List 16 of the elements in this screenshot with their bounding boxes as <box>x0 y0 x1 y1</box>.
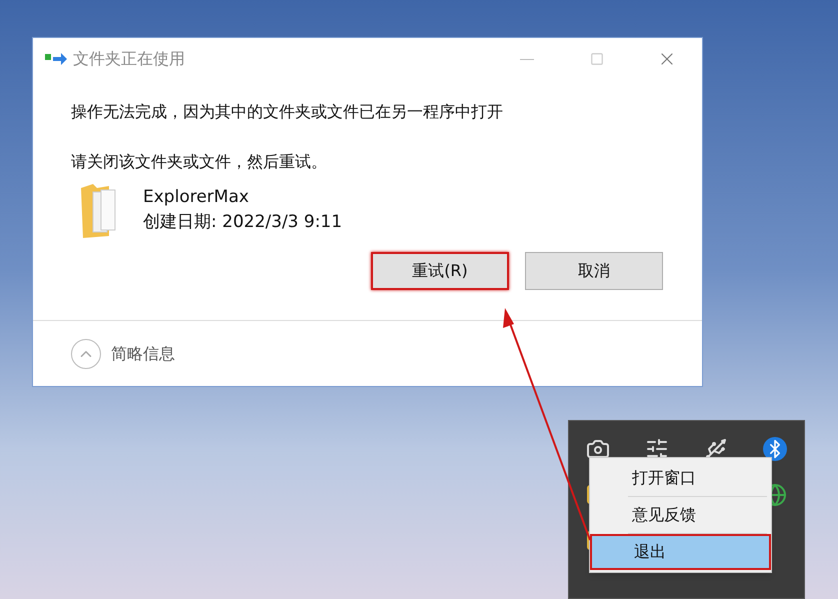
maximize-icon <box>590 52 604 66</box>
folder-transfer-icon <box>45 52 67 66</box>
error-message: 操作无法完成，因为其中的文件夹或文件已在另一程序中打开 <box>71 101 504 123</box>
file-created-date: 创建日期: 2022/3/3 9:11 <box>143 211 342 234</box>
dialog-button[interactable]: 重试(R) <box>371 252 509 290</box>
menu-item[interactable]: 退出 <box>590 534 771 570</box>
file-name: ExplorerMax <box>143 186 250 208</box>
instruction-text: 请关闭该文件夹或文件，然后重试。 <box>71 151 328 173</box>
details-toggle[interactable]: 简略信息 <box>71 338 175 368</box>
chevron-up-icon <box>71 338 101 368</box>
minimize-icon <box>520 58 534 60</box>
bluetooth-icon[interactable] <box>762 437 787 461</box>
menu-item[interactable]: 意见反馈 <box>590 497 771 533</box>
window-title: 文件夹正在使用 <box>73 48 185 70</box>
dialog-button[interactable]: 取消 <box>525 252 663 290</box>
menu-item[interactable]: 打开窗口 <box>590 460 771 496</box>
